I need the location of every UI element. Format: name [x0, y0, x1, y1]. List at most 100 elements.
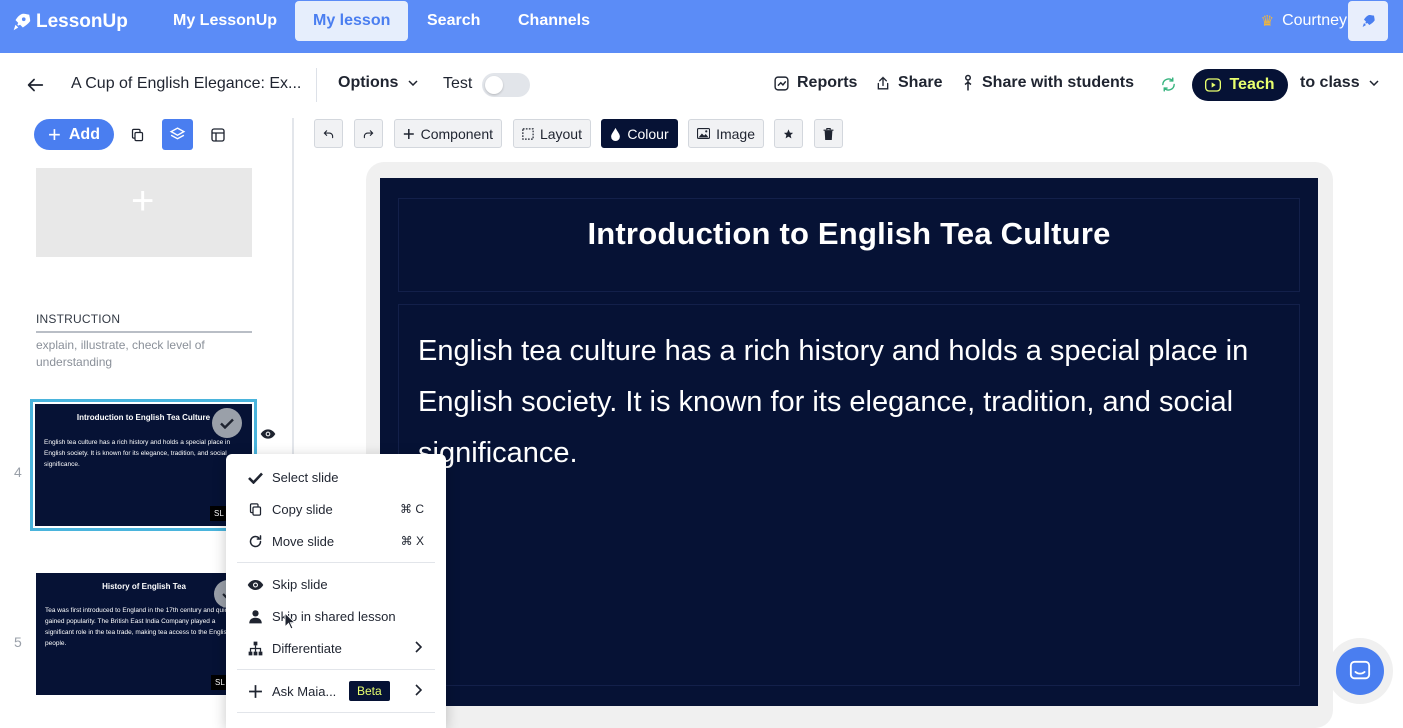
- nav-my-lessonup[interactable]: My LessonUp: [155, 1, 295, 41]
- plus-icon: +: [131, 179, 155, 223]
- delete-button[interactable]: [814, 119, 843, 148]
- logo-text: LessonUp: [36, 11, 128, 32]
- phase-title: INSTRUCTION: [36, 312, 252, 333]
- redo-icon: [363, 129, 374, 138]
- top-nav: LessonUp My LessonUp My lesson Search Ch…: [0, 0, 1403, 53]
- to-class-dropdown[interactable]: to class: [1300, 74, 1379, 92]
- favourite-button[interactable]: [774, 119, 803, 148]
- layout-label: Layout: [539, 125, 582, 142]
- options-label: Options: [338, 74, 399, 91]
- menu-divider: [237, 562, 435, 563]
- lesson-header: A Cup of English Elegance: Ex... Options…: [0, 60, 1403, 110]
- back-arrow-icon[interactable]: [24, 74, 46, 96]
- duplicate-tool[interactable]: [122, 119, 153, 150]
- menu-skip-slide[interactable]: Skip slide: [226, 568, 446, 600]
- check-icon: [247, 469, 264, 486]
- check-icon[interactable]: [212, 408, 242, 438]
- share-icon: [877, 76, 889, 89]
- slide-context-menu: Select slide Copy slide ⌘ C Move slide ⌘…: [226, 454, 446, 728]
- layers-tool[interactable]: [162, 119, 193, 150]
- layout-icon: [210, 127, 225, 142]
- chevron-right-icon: [415, 641, 422, 653]
- lesson-title[interactable]: A Cup of English Elegance: Ex...: [71, 75, 301, 93]
- image-icon: [697, 128, 711, 139]
- hierarchy-icon: [247, 640, 264, 657]
- layout-icon: [522, 127, 534, 140]
- reports-button[interactable]: Reports: [773, 74, 857, 92]
- slide-canvas[interactable]: Introduction to English Tea Culture Engl…: [380, 178, 1318, 706]
- undo-button[interactable]: [314, 119, 343, 148]
- redo-arrow-icon: [247, 533, 264, 550]
- rocket-logo-icon: [13, 13, 31, 31]
- teach-button[interactable]: Teach: [1192, 69, 1288, 101]
- share-with-students-button[interactable]: Share with students: [961, 74, 1134, 92]
- template-tool[interactable]: [202, 119, 233, 150]
- thumb-body: English tea culture has a rich history a…: [44, 439, 231, 468]
- divider: [316, 68, 317, 102]
- reports-icon: [774, 75, 789, 91]
- menu-label: Differentiate: [272, 640, 342, 656]
- menu-ask-maia[interactable]: Ask Maia... Beta: [226, 675, 446, 707]
- user-icon: [247, 608, 264, 625]
- sync-icon: [1162, 77, 1175, 92]
- menu-divider: [237, 712, 435, 713]
- rocket-button[interactable]: [1348, 1, 1388, 41]
- mouse-cursor-icon: [284, 612, 296, 630]
- slide-number: 5: [14, 634, 22, 650]
- menu-select-slide[interactable]: Select slide: [226, 461, 446, 493]
- share-students-icon: [964, 74, 972, 91]
- image-label: Image: [716, 125, 755, 142]
- menu-differentiate[interactable]: Differentiate: [226, 632, 446, 664]
- add-label: Add: [68, 125, 100, 143]
- menu-skip-shared[interactable]: Skip in shared lesson: [226, 600, 446, 632]
- test-toggle[interactable]: [482, 73, 530, 97]
- component-label: Component: [420, 125, 493, 142]
- share-label: Share: [898, 74, 943, 91]
- slide-body-text[interactable]: English tea culture has a rich history a…: [418, 326, 1278, 479]
- image-button[interactable]: Image: [688, 119, 764, 148]
- copy-icon: [247, 501, 264, 518]
- menu-shortcut: ⌘ C: [400, 502, 424, 516]
- undo-icon: [323, 129, 334, 138]
- reports-label: Reports: [797, 74, 858, 91]
- user-menu[interactable]: ♛ Courtney: [1261, 0, 1347, 42]
- chat-button[interactable]: [1336, 647, 1384, 695]
- plus-icon: [403, 128, 414, 139]
- menu-copy-slide[interactable]: Copy slide ⌘ C: [226, 493, 446, 525]
- add-button[interactable]: + Add: [34, 119, 114, 150]
- plus-icon: +: [48, 121, 61, 147]
- copy-icon: [131, 128, 144, 141]
- chevron-right-icon: [415, 684, 422, 696]
- nav-search[interactable]: Search: [409, 1, 498, 41]
- droplet-icon: [611, 127, 621, 141]
- share-button[interactable]: Share: [875, 74, 942, 92]
- slide-number: 4: [14, 464, 22, 480]
- rocket-icon: [1362, 15, 1375, 27]
- eye-icon[interactable]: [260, 428, 276, 440]
- toggle-knob: [485, 76, 503, 94]
- layers-icon: [169, 127, 186, 140]
- colour-button[interactable]: Colour: [601, 119, 678, 148]
- play-icon: [1205, 78, 1222, 92]
- menu-label: Ask Maia...: [272, 683, 337, 699]
- colour-label: Colour: [627, 125, 669, 142]
- component-button[interactable]: Component: [394, 119, 502, 148]
- lessonup-logo[interactable]: LessonUp: [10, 10, 128, 34]
- menu-shortcut: ⌘ X: [400, 534, 424, 548]
- menu-move-slide[interactable]: Move slide ⌘ X: [226, 525, 446, 557]
- user-name: Courtney: [1282, 12, 1347, 29]
- share-students-label: Share with students: [982, 74, 1135, 91]
- layout-button[interactable]: Layout: [513, 119, 591, 148]
- menu-label: Move slide: [272, 533, 335, 549]
- slide-thumbnail-selected[interactable]: Introduction to English Tea Culture Engl…: [30, 399, 257, 531]
- teach-label: Teach: [1229, 76, 1275, 93]
- redo-button[interactable]: [354, 119, 383, 148]
- new-slide-placeholder[interactable]: +: [36, 168, 252, 257]
- chat-icon: [1349, 660, 1371, 680]
- nav-channels[interactable]: Channels: [500, 1, 608, 41]
- menu-label: Skip slide: [272, 576, 328, 592]
- slide-title[interactable]: Introduction to English Tea Culture: [380, 216, 1318, 252]
- star-icon: [783, 128, 794, 138]
- options-dropdown[interactable]: Options: [338, 74, 418, 92]
- nav-my-lesson[interactable]: My lesson: [295, 1, 409, 41]
